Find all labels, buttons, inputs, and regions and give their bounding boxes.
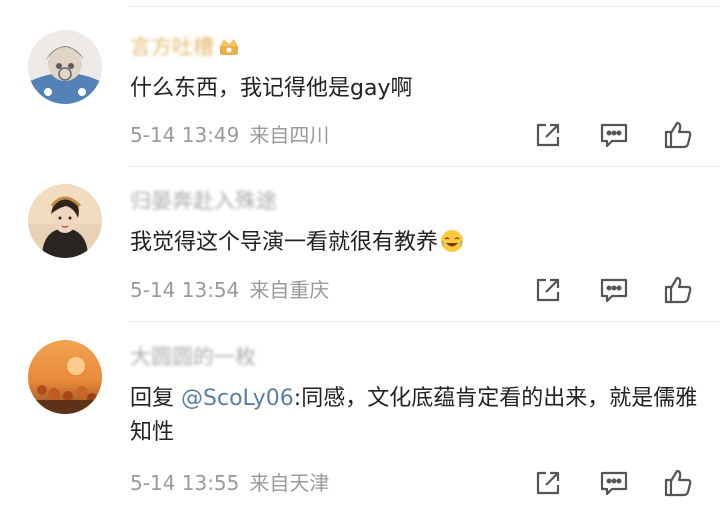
comment-text: 什么东西，我记得他是gay啊 (130, 76, 413, 101)
crown-badge-icon (218, 37, 240, 63)
comment-date: 5-14 13:54 (130, 278, 240, 302)
comment-location: 来自天津 (249, 471, 330, 495)
top-divider (128, 6, 720, 7)
comment-actions (532, 467, 702, 499)
avatar[interactable] (28, 30, 102, 104)
comment-icon[interactable] (598, 274, 630, 306)
like-icon[interactable] (662, 119, 694, 151)
mention-link[interactable]: @ScoLy06 (181, 386, 294, 411)
share-icon[interactable] (532, 274, 564, 306)
comment-text: 我觉得这个导演一看就很有教养 (130, 226, 705, 264)
comment-text: 回复 @ScoLy06:同感，文化底蕴肯定看的出来，就是儒雅知性 (130, 382, 705, 450)
comment-location: 来自重庆 (249, 278, 330, 302)
like-icon[interactable] (662, 467, 694, 499)
comment-feed: 言方吐槽 什么东西，我记得他是gay啊 5-14 13:49 来自四川 归晏奔赴… (0, 0, 720, 518)
laugh-cry-emoji-icon (440, 229, 464, 264)
username-text: 言方吐槽 (130, 35, 214, 59)
comment-icon[interactable] (598, 119, 630, 151)
comment-meta: 5-14 13:55 来自天津 (130, 470, 329, 496)
reply-prefix: 回复 (130, 386, 175, 411)
username[interactable]: 言方吐槽 (130, 34, 240, 63)
comment-divider (128, 166, 720, 167)
comment-actions (532, 274, 702, 306)
comment-meta: 5-14 13:49 来自四川 (130, 122, 329, 148)
avatar[interactable] (28, 340, 102, 414)
share-icon[interactable] (532, 467, 564, 499)
share-icon[interactable] (532, 119, 564, 151)
avatar[interactable] (28, 184, 102, 258)
comment-meta: 5-14 13:54 来自重庆 (130, 277, 329, 303)
comment-date: 5-14 13:55 (130, 471, 240, 495)
username-text: 归晏奔赴入殊途 (130, 189, 277, 213)
comment-location: 来自四川 (249, 123, 330, 147)
like-icon[interactable] (662, 274, 694, 306)
username-text: 大圆圆的一枚 (130, 345, 256, 369)
comment-date: 5-14 13:49 (130, 123, 240, 147)
comment-divider (128, 321, 720, 322)
comment-actions (532, 119, 702, 151)
username[interactable]: 大圆圆的一枚 (130, 344, 256, 370)
comment-icon[interactable] (598, 467, 630, 499)
username[interactable]: 归晏奔赴入殊途 (130, 188, 277, 214)
comment-text-content: 我觉得这个导演一看就很有教养 (130, 230, 439, 255)
